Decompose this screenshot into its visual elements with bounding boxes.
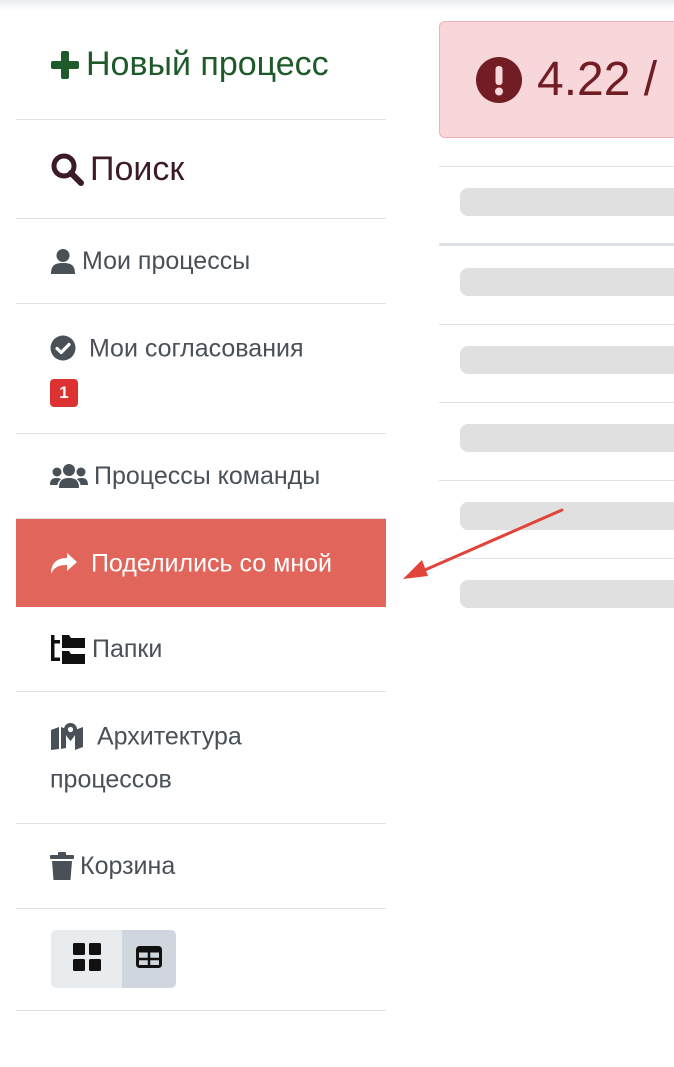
list-divider [439,166,674,167]
trash-icon [50,851,74,880]
list-divider [439,558,674,559]
sidebar-item-label: Процессы команды [94,462,321,491]
new-process-button[interactable]: Новый процесс [16,10,386,120]
table-view-icon [136,945,162,973]
sidebar-item-label: Папки [92,634,163,663]
approvals-count-badge: 1 [50,379,78,408]
table-view-button[interactable] [122,930,176,989]
sidebar-item-label: Корзина [80,851,176,880]
list-divider [439,480,674,481]
search-icon [50,152,84,186]
sidebar-item-my-processes[interactable]: Мои процессы [16,219,386,304]
sidebar-item-process-architecture[interactable]: Архитектура процессов [16,692,386,824]
sidebar-item-team-processes[interactable]: Процессы команды [16,434,386,520]
map-marked-icon [50,722,84,751]
sidebar-item-label: Поделились со мной [90,549,333,578]
sidebar: Новый процесс Поиск Мои процессы Мои сог… [16,10,386,1011]
loading-placeholder [460,346,674,374]
top-divider [0,0,674,10]
loading-placeholder [460,188,674,216]
grid-view-icon [72,942,101,976]
loading-placeholder [460,424,674,452]
share-icon [50,552,78,576]
sidebar-item-label: Мои процессы [82,247,251,275]
list-divider [439,243,674,246]
loading-placeholder [460,502,674,530]
view-toggle [16,909,386,1011]
search-button[interactable]: Поиск [16,120,386,219]
sidebar-item-folders[interactable]: Папки [16,607,386,692]
version-alert: 4.22 / [439,21,674,138]
exclamation-circle-icon [475,56,523,104]
folder-tree-icon [50,634,86,664]
plus-icon [50,50,80,80]
sidebar-item-trash[interactable]: Корзина [16,824,386,909]
alert-text: 4.22 / [537,53,658,106]
check-circle-icon [50,335,76,361]
sidebar-item-my-approvals[interactable]: Мои согласования 1 [16,304,386,435]
user-icon [50,248,76,274]
grid-view-button[interactable] [51,930,122,989]
new-process-label: Новый процесс [86,45,329,83]
view-toggle-group [51,930,176,989]
list-divider [439,324,674,325]
list-divider [439,402,674,403]
sidebar-item-label: Мои согласования [88,334,304,363]
sidebar-item-shared-with-me[interactable]: Поделились со мной [16,519,386,607]
users-icon [50,463,88,489]
loading-placeholder [460,268,674,296]
search-label: Поиск [90,149,185,188]
loading-placeholder [460,580,674,608]
